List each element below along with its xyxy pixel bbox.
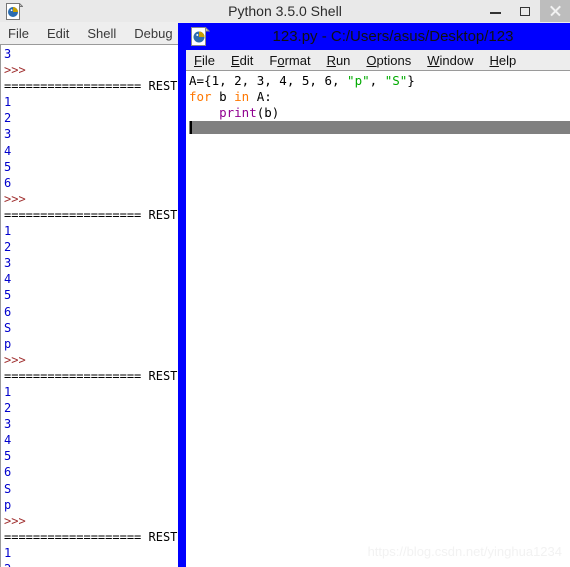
shell-titlebar[interactable]: Python 3.5.0 Shell	[0, 0, 570, 22]
shell-output-line: 5	[4, 288, 12, 303]
editor-code-area[interactable]: A={1, 2, 3, 4, 5, 6, "p", "S"} for b in …	[186, 71, 570, 567]
code-line-1: A={1, 2, 3, 4, 5, 6, "p", "S"}	[189, 73, 415, 88]
shell-output-line: 6	[4, 304, 12, 319]
code-iterable-a: A:	[249, 89, 272, 104]
shell-prompt: >>>	[4, 513, 33, 528]
code-string-s: "S"	[384, 73, 408, 88]
code-set-literal-prefix: A={1, 2, 3, 4, 5, 6,	[189, 73, 348, 88]
shell-menu-file[interactable]: File	[8, 26, 29, 41]
shell-prompt: >>>	[4, 352, 33, 367]
code-var-b: b	[211, 89, 235, 104]
code-keyword-in: in	[234, 89, 250, 104]
shell-output-line: 2	[4, 401, 12, 416]
editor-text-caret	[190, 121, 192, 134]
shell-prompt: >>>	[4, 191, 33, 206]
shell-output-line: 4	[4, 433, 12, 448]
shell-output-line: 4	[4, 272, 12, 287]
python-editor-window: 123.py - C:/Users/asus/Desktop/123 File …	[178, 23, 570, 567]
shell-restart-separator: =================== REST	[4, 207, 178, 222]
shell-output-line: p	[4, 497, 12, 512]
editor-selected-blank-line[interactable]	[189, 121, 570, 134]
screenshot-root: Python 3.5.0 Shell File Edit Shell Debug…	[0, 0, 570, 567]
editor-menu-help[interactable]: Help	[490, 53, 517, 68]
shell-output-line: 2	[4, 240, 12, 255]
editor-menu-file[interactable]: File	[194, 53, 215, 68]
shell-output-line: p	[4, 336, 12, 351]
code-brace-close: }	[407, 73, 415, 88]
shell-prompt: >>>	[4, 63, 33, 78]
editor-menu-edit[interactable]: Edit	[231, 53, 253, 68]
shell-output-line: 1	[4, 384, 12, 399]
shell-restart-separator: =================== REST	[4, 529, 178, 544]
shell-output-line: 1	[4, 95, 12, 110]
python-file-icon	[191, 26, 211, 46]
shell-output-line: 3	[4, 47, 12, 61]
shell-restart-separator: =================== REST	[4, 79, 178, 94]
code-line-2: for b in A:	[189, 89, 272, 104]
code-print-args: (b)	[256, 105, 280, 120]
code-comma: ,	[369, 73, 385, 88]
shell-menu-shell[interactable]: Shell	[87, 26, 116, 41]
editor-window-title: 123.py - C:/Users/asus/Desktop/123	[272, 28, 514, 45]
shell-output-line: 4	[4, 143, 12, 158]
maximize-icon	[520, 6, 530, 16]
shell-output-line: S	[4, 481, 12, 496]
editor-menu-format[interactable]: Format	[269, 53, 310, 68]
code-builtin-print: print	[219, 105, 257, 120]
shell-output-line: 6	[4, 465, 12, 480]
editor-menu-options[interactable]: Options	[366, 53, 411, 68]
editor-menubar: File Edit Format Run Options Window Help	[186, 50, 570, 71]
shell-output-text: 3 >>> =================== REST 1 2 3 4 5…	[4, 46, 177, 567]
shell-output-line: S	[4, 320, 12, 335]
close-button[interactable]	[540, 0, 570, 22]
code-line-3: print(b)	[189, 105, 279, 120]
code-string-p: "p"	[347, 73, 370, 88]
shell-output-line: 1	[4, 224, 12, 239]
shell-restart-separator: =================== REST	[4, 368, 178, 383]
shell-titlebar-buttons	[480, 0, 570, 22]
editor-code-text: A={1, 2, 3, 4, 5, 6, "p", "S"} for b in …	[189, 73, 415, 121]
shell-output-line: 5	[4, 449, 12, 464]
editor-titlebar[interactable]: 123.py - C:/Users/asus/Desktop/123	[186, 23, 570, 50]
minimize-button[interactable]	[480, 0, 510, 22]
shell-output-line: 3	[4, 127, 12, 142]
shell-output-line: 6	[4, 175, 12, 190]
shell-menu-debug[interactable]: Debug	[134, 26, 172, 41]
maximize-button[interactable]	[510, 0, 540, 22]
code-keyword-for: for	[189, 89, 212, 104]
shell-output-line: 5	[4, 159, 12, 174]
minimize-icon	[489, 12, 501, 14]
shell-output-line: 2	[4, 562, 11, 567]
shell-output-line: 1	[4, 545, 12, 560]
shell-output-line: 3	[4, 417, 12, 432]
shell-menu-edit[interactable]: Edit	[47, 26, 69, 41]
close-icon	[549, 5, 561, 17]
editor-menu-window[interactable]: Window	[427, 53, 473, 68]
shell-output-line: 2	[4, 111, 12, 126]
shell-output-line: 3	[4, 256, 12, 271]
editor-menu-run[interactable]: Run	[327, 53, 351, 68]
